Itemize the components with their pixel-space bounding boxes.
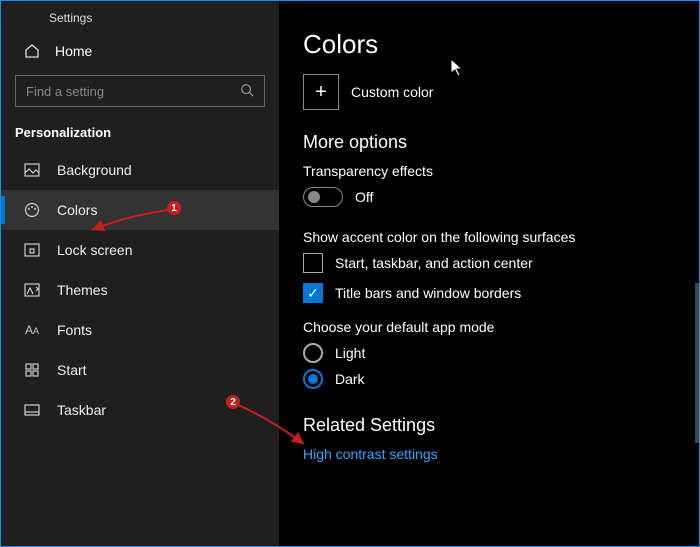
accent-titlebar-label: Title bars and window borders [335, 285, 521, 301]
sidebar-item-label: Themes [57, 282, 108, 298]
lockscreen-icon [23, 243, 41, 257]
sidebar-item-themes[interactable]: Themes [1, 270, 279, 310]
accent-start-checkbox[interactable] [303, 253, 323, 273]
plus-icon: + [315, 81, 327, 104]
scrollbar[interactable] [695, 43, 699, 546]
search-placeholder: Find a setting [26, 84, 104, 99]
sidebar-item-background[interactable]: Background [1, 150, 279, 190]
mode-light-radio[interactable] [303, 343, 323, 363]
transparency-label: Transparency effects [303, 163, 683, 179]
annotation-badge-2: 2 [226, 395, 240, 409]
mode-light-label: Light [335, 345, 365, 361]
accent-titlebar-checkbox[interactable]: ✓ [303, 283, 323, 303]
sidebar-item-label: Fonts [57, 322, 92, 338]
accent-heading: Show accent color on the following surfa… [303, 229, 683, 245]
sidebar-item-label: Taskbar [57, 402, 106, 418]
home-button[interactable]: Home [1, 35, 279, 69]
more-options-heading: More options [303, 132, 683, 153]
fonts-icon: AA [23, 323, 41, 337]
themes-icon [23, 283, 41, 297]
sidebar-item-label: Start [57, 362, 87, 378]
app-mode-heading: Choose your default app mode [303, 319, 683, 335]
palette-icon [23, 202, 41, 218]
sidebar-item-label: Background [57, 162, 132, 178]
custom-color-button[interactable]: + [303, 74, 339, 110]
page-title: Colors [303, 29, 683, 60]
taskbar-icon [23, 404, 41, 416]
sidebar-item-label: Colors [57, 202, 97, 218]
main-panel: Colors + Custom color More options Trans… [279, 1, 699, 546]
search-input[interactable]: Find a setting [15, 75, 265, 107]
image-icon [23, 163, 41, 177]
accent-start-label: Start, taskbar, and action center [335, 255, 533, 271]
sidebar-item-fonts[interactable]: AA Fonts [1, 310, 279, 350]
sidebar: Settings Home Find a setting Personaliza… [1, 1, 279, 546]
home-icon [23, 43, 41, 59]
search-icon [240, 83, 254, 100]
custom-color-label: Custom color [351, 84, 433, 100]
home-label: Home [55, 43, 92, 59]
window-title: Settings [1, 7, 279, 35]
start-icon [23, 363, 41, 377]
transparency-toggle[interactable] [303, 187, 343, 207]
sidebar-item-lockscreen[interactable]: Lock screen [1, 230, 279, 270]
mode-dark-label: Dark [335, 371, 365, 387]
mode-dark-radio[interactable] [303, 369, 323, 389]
related-heading: Related Settings [303, 415, 683, 436]
sidebar-item-colors[interactable]: Colors [1, 190, 279, 230]
high-contrast-link[interactable]: High contrast settings [303, 446, 683, 462]
annotation-badge-1: 1 [167, 201, 181, 215]
transparency-state: Off [355, 189, 373, 205]
section-heading: Personalization [1, 117, 279, 150]
sidebar-item-label: Lock screen [57, 242, 132, 258]
sidebar-item-start[interactable]: Start [1, 350, 279, 390]
